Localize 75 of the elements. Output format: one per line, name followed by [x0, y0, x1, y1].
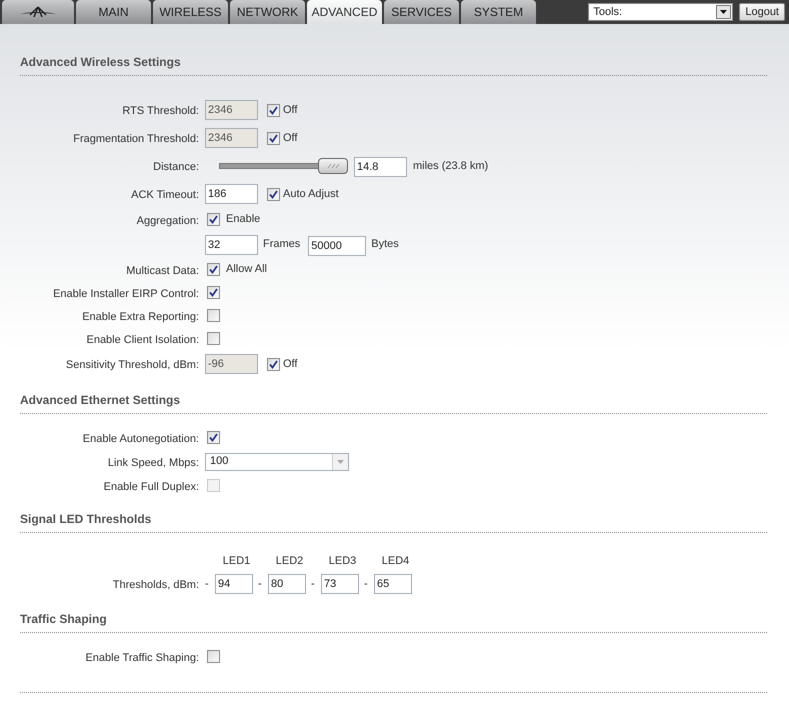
checkbox-label: Auto Adjust	[283, 186, 339, 202]
checkbox[interactable]	[207, 431, 220, 444]
field-label: Distance:	[153, 161, 199, 173]
field-label: Sensitivity Threshold, dBm:	[66, 359, 199, 371]
nav-tab[interactable]: MAIN	[76, 0, 151, 24]
checkbox[interactable]	[207, 332, 220, 345]
input-field[interactable]: 186	[205, 184, 258, 204]
column-header: LED1	[222, 554, 250, 569]
logo-tab[interactable]	[2, 0, 74, 24]
checkbox[interactable]	[207, 286, 220, 299]
grip-icon	[327, 163, 339, 169]
dash-text: -	[258, 576, 263, 592]
field-label: Enable Extra Reporting:	[82, 310, 199, 322]
checkbox-label: Off	[283, 102, 298, 118]
field-label: Enable Autonegotiation:	[82, 432, 199, 444]
unit-label: miles (23.8 km)	[413, 158, 488, 174]
section-heading: Traffic Shaping	[20, 612, 107, 626]
checkbox[interactable]	[207, 213, 220, 226]
checkbox-label: Enable	[226, 212, 260, 228]
dash-text: -	[205, 576, 210, 592]
nav-tab[interactable]: ADVANCED	[307, 0, 382, 24]
checkmark-icon	[269, 134, 278, 142]
nav-tab[interactable]: SERVICES	[384, 0, 459, 24]
field-label: Thresholds, dBm:	[112, 579, 199, 591]
field-label: ACK Timeout:	[131, 189, 199, 201]
nav-tab[interactable]: WIRELESS	[153, 0, 228, 24]
input-field[interactable]: 50000	[308, 236, 366, 256]
input-field[interactable]: 80	[268, 574, 306, 594]
input-field[interactable]: 14.8	[354, 157, 407, 177]
nav-tab[interactable]: SYSTEM	[461, 0, 536, 24]
checkbox[interactable]	[207, 263, 220, 276]
tools-dropdown[interactable]: Tools:	[588, 3, 734, 21]
checkbox[interactable]	[207, 650, 220, 663]
field-label: Enable Installer EIRP Control:	[53, 288, 199, 300]
checkbox-label: Off	[283, 130, 298, 146]
caret-icon	[720, 10, 728, 14]
logo-icon	[19, 6, 57, 18]
section-heading: Advanced Wireless Settings	[20, 55, 181, 69]
nav-tab[interactable]: NETWORK	[230, 0, 305, 24]
field-label: Enable Client Isolation:	[86, 334, 199, 346]
checkmark-icon	[269, 360, 278, 368]
column-header: LED3	[328, 554, 356, 569]
column-header: LED4	[382, 554, 410, 569]
checkmark-icon	[209, 265, 218, 274]
field-label: Enable Traffic Shaping:	[85, 652, 199, 664]
checkbox-label: Off	[283, 356, 298, 372]
unit-label: Frames	[263, 237, 300, 252]
field-label: RTS Threshold:	[122, 105, 199, 117]
input-field[interactable]: 94	[215, 574, 253, 594]
field-label: Link Speed, Mbps:	[108, 456, 199, 468]
field-label: Multicast Data:	[126, 264, 199, 276]
dash-text: -	[311, 576, 316, 592]
field-label: Enable Full Duplex:	[104, 480, 199, 492]
input-field[interactable]: 73	[321, 574, 359, 594]
section-heading: Signal LED Thresholds	[20, 512, 152, 526]
input-field[interactable]: 32	[205, 234, 258, 254]
slider[interactable]	[219, 158, 348, 174]
field-label: Fragmentation Threshold:	[73, 133, 199, 145]
unit-label: Bytes	[371, 237, 399, 252]
field-label: Aggregation:	[136, 214, 199, 226]
input-field[interactable]: 65	[374, 574, 412, 594]
logout-button[interactable]: Logout	[739, 3, 785, 21]
checkbox[interactable]	[267, 188, 280, 200]
caret-icon	[337, 460, 344, 464]
checkmark-icon	[209, 215, 218, 224]
dash-text: -	[364, 576, 369, 592]
section-heading: Advanced Ethernet Settings	[20, 393, 180, 407]
checkmark-icon	[209, 433, 218, 442]
checkmark-icon	[269, 190, 278, 198]
checkbox-label: Allow All	[226, 262, 267, 278]
checkmark-icon	[209, 288, 218, 297]
slider-handle[interactable]	[318, 158, 348, 174]
checkmark-icon	[269, 106, 278, 114]
checkbox[interactable]	[207, 309, 220, 322]
column-header: LED2	[276, 554, 304, 569]
